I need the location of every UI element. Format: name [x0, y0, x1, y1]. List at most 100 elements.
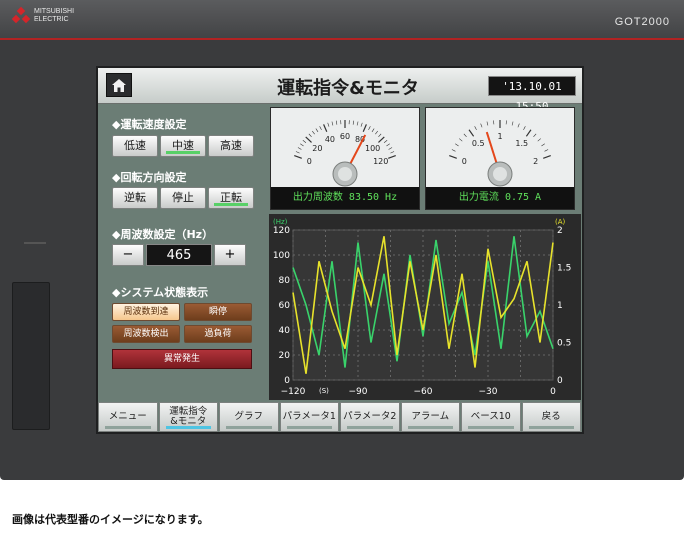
trend-chart: (Hz) (A)12010080604020021.510.50−120 −90 −6…: [269, 214, 581, 400]
direction-button-label: 停止: [172, 191, 194, 204]
bottom-tab-bar: メニュー 運転指令 &モニタ グラフ パラメータ1 パラメータ2 アラーム ベース10 戻る: [98, 402, 582, 432]
x-axis-unit: (S): [319, 387, 329, 395]
x-tick-label: 0: [550, 387, 556, 397]
right-tick-label: 0: [557, 376, 563, 386]
tab-6[interactable]: ベース10: [461, 402, 521, 432]
x-tick-label: −30: [479, 387, 498, 397]
selected-indicator: [166, 151, 200, 154]
right-tick-label: 1: [557, 301, 563, 311]
current-readout: 出力電流 0.75 A: [426, 187, 574, 209]
status-lamps: 周波数到達 瞬停 周波数検出 過負荷: [112, 303, 252, 343]
home-icon: [112, 78, 126, 92]
tab-3[interactable]: パラメータ1: [279, 402, 339, 432]
left-tick-label: 40: [279, 326, 291, 336]
left-tick-label: 120: [273, 226, 290, 236]
mitsubishi-logo: MITSUBISHI ELECTRIC: [11, 6, 75, 24]
home-button[interactable]: [106, 73, 132, 97]
three-diamonds-icon: [11, 6, 31, 24]
side-card-slot: [12, 282, 50, 430]
tab-label: ベース10: [470, 411, 511, 422]
tab-indicator: [347, 426, 393, 429]
right-tick-label: 1.5: [557, 264, 571, 274]
direction-button-2[interactable]: 正転: [208, 187, 254, 209]
tab-0[interactable]: メニュー: [98, 402, 158, 432]
tab-indicator: [165, 426, 211, 429]
left-tick-label: 80: [279, 276, 291, 286]
trend-graph: (Hz) (A) 120 100 80 60 40 20 0 2 1.5 1 0.5 0 −120 −90 −6…: [269, 214, 581, 400]
tab-label: グラフ: [234, 411, 263, 422]
tab-indicator: [468, 426, 514, 429]
tab-label: 戻る: [541, 411, 561, 422]
status-lamp-1: 瞬停: [184, 303, 252, 321]
touch-screen: 運転指令&モニタ '13.10.01 15:50 ◆運転速度設定 低速 中速 高速 …: [96, 66, 584, 434]
brand-red-line: [0, 38, 684, 40]
frequency-input[interactable]: 465: [146, 244, 212, 266]
tab-label: パラメータ2: [343, 411, 397, 422]
tab-indicator: [407, 426, 453, 429]
image-caption: 画像は代表型番のイメージになります。: [12, 513, 209, 526]
status-lamp-2: 周波数検出: [112, 325, 180, 343]
frequency-increment-button[interactable]: +: [214, 244, 246, 266]
speed-button-0[interactable]: 低速: [112, 135, 158, 157]
tab-label: 運転指令 &モニタ: [169, 406, 208, 427]
device-top-strip: [0, 0, 684, 40]
frequency-decrement-button[interactable]: −: [112, 244, 144, 266]
direction-button-1[interactable]: 停止: [160, 187, 206, 209]
current-gauge-hub-cap: [493, 167, 507, 181]
frequency-gauge-scale-label: 20: [312, 144, 322, 153]
direction-section-label: ◆回転方向設定: [112, 171, 187, 184]
speed-button-1[interactable]: 中速: [160, 135, 206, 157]
screen-header: 運転指令&モニタ '13.10.01 15:50: [98, 68, 582, 113]
brand-line1: MITSUBISHI: [34, 8, 75, 15]
tab-7[interactable]: 戻る: [521, 402, 581, 432]
frequency-setter: − 465 +: [112, 244, 246, 266]
selected-indicator: [214, 203, 248, 206]
tab-4[interactable]: パラメータ2: [340, 402, 400, 432]
tab-indicator: [286, 426, 332, 429]
x-tick-label: −90: [349, 387, 368, 397]
alarm-lamp: 異常発生: [112, 349, 252, 369]
datetime-display: '13.10.01 15:50: [488, 76, 576, 113]
hmi-device: MITSUBISHI ELECTRIC GOT2000 運転指令&モニタ '13…: [0, 0, 684, 480]
frequency-gauge-scale-label: 120: [373, 157, 388, 166]
right-tick-label: 0.5: [557, 339, 571, 349]
x-tick-label: −120: [281, 387, 306, 397]
tab-2[interactable]: グラフ: [219, 402, 279, 432]
tab-indicator: [105, 426, 151, 429]
current-gauge-scale-label: 1: [497, 132, 502, 141]
direction-button-label: 逆転: [124, 191, 146, 204]
right-tick-label: 2: [557, 226, 563, 236]
speed-section-label: ◆運転速度設定: [112, 118, 187, 131]
speed-button-label: 高速: [220, 139, 242, 152]
direction-buttons: 逆転 停止 正転: [112, 187, 254, 209]
tab-5[interactable]: アラーム: [400, 402, 460, 432]
indicator-line: [24, 242, 46, 244]
current-gauge-scale-label: 2: [533, 157, 538, 166]
frequency-meter: 0 20 40 60 80 100 120 出力周波数 83.50 Hz: [270, 107, 420, 210]
tab-1[interactable]: 運転指令 &モニタ: [158, 402, 218, 432]
current-gauge-scale-label: 0.5: [472, 139, 485, 148]
speed-button-label: 低速: [124, 139, 146, 152]
model-label: GOT2000: [614, 16, 670, 28]
left-axis-unit: (Hz): [273, 218, 288, 226]
tab-label: メニュー: [108, 411, 147, 422]
tab-indicator: [226, 426, 272, 429]
control-panel: ◆運転速度設定 低速 中速 高速 ◆回転方向設定 逆転 停止 正転 ◆周波数設定（Hz）…: [98, 105, 270, 400]
left-tick-label: 20: [279, 351, 291, 361]
brand-line2: ELECTRIC: [34, 16, 69, 23]
tab-indicator: [528, 426, 574, 429]
frequency-gauge: 02040 60 80100120: [271, 108, 419, 188]
right-axis-unit: (A): [555, 218, 566, 226]
left-tick-label: 60: [279, 301, 291, 311]
direction-button-0[interactable]: 逆転: [112, 187, 158, 209]
frequency-gauge-scale-label: 40: [325, 135, 335, 144]
tab-label: アラーム: [411, 411, 450, 422]
status-section-label: ◆システム状態表示: [112, 286, 209, 299]
speed-buttons: 低速 中速 高速: [112, 135, 254, 157]
left-tick-label: 100: [273, 251, 290, 261]
frequency-gauge-scale-label: 100: [365, 144, 380, 153]
tab-label: パラメータ1: [282, 411, 336, 422]
current-meter: 0 0.5 1 1.5 2 出力電流 0.75 A: [425, 107, 575, 210]
status-lamp-0: 周波数到達: [112, 303, 180, 321]
speed-button-2[interactable]: 高速: [208, 135, 254, 157]
